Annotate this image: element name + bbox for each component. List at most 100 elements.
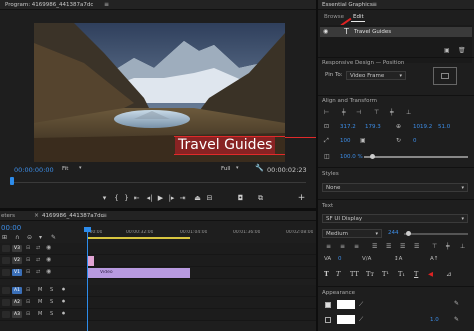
justify-left-icon[interactable]: ☰	[372, 243, 377, 250]
eye-icon[interactable]: ◉	[46, 268, 51, 275]
hamburger-icon[interactable]: ≡	[102, 212, 107, 219]
position-x-value[interactable]: 317.2	[340, 124, 356, 130]
mute-button[interactable]: M	[38, 287, 42, 293]
stroke-checkbox[interactable]	[325, 317, 331, 323]
track-row-a1[interactable]: A1 ⊟ M S ⏺	[0, 285, 316, 297]
kerning-icon[interactable]: V/A	[362, 256, 371, 262]
leading-icon[interactable]: ↕A	[394, 256, 402, 262]
justify-right-icon[interactable]: ☰	[400, 243, 405, 250]
microphone-icon[interactable]: ⏺	[62, 310, 65, 318]
close-icon[interactable]: ×	[34, 212, 39, 219]
layer-row[interactable]: ◉ T Travel Guides	[320, 27, 472, 37]
lift-button[interactable]: ⏏	[193, 194, 202, 203]
font-size-slider[interactable]	[404, 231, 468, 236]
track-row-v2[interactable]: V2 ⊟ ⇄ ◉	[0, 255, 316, 267]
opacity-value[interactable]: 100.0 %	[340, 154, 363, 160]
underline-icon[interactable]: T	[414, 270, 418, 278]
solo-button[interactable]: S	[50, 299, 53, 305]
tracking-icon[interactable]: VA	[324, 256, 331, 262]
fill-checkbox[interactable]	[325, 302, 331, 308]
lock-icon[interactable]: ⊟	[26, 311, 30, 317]
justify-all-icon[interactable]: ☰	[414, 243, 419, 250]
add-marker-button[interactable]: ▾	[100, 194, 109, 203]
timeline-tab-title[interactable]: 4169986_441387a7dc	[42, 213, 104, 219]
eye-icon[interactable]: ◉	[323, 28, 328, 35]
tab-edit[interactable]: Edit	[353, 14, 364, 20]
meters-tab[interactable]: eters	[1, 213, 15, 219]
align-top-icon[interactable]: ⊤	[374, 109, 379, 116]
align-bottom-icon[interactable]: ⊥	[406, 109, 411, 116]
font-family-dropdown[interactable]: SF UI Display ▾	[322, 214, 468, 223]
align-right-icon[interactable]: ⊣	[356, 109, 361, 116]
sync-lock-icon[interactable]: ⇄	[36, 257, 40, 263]
track-name[interactable]: A1	[12, 287, 22, 294]
scale-value[interactable]: 100	[340, 138, 351, 144]
go-to-out-button[interactable]: ⇥	[178, 194, 187, 203]
wrench-icon[interactable]: ✎	[51, 234, 56, 241]
trash-icon[interactable]: 🗑	[458, 47, 466, 54]
position-y-value[interactable]: 179.3	[365, 124, 381, 130]
all-caps-icon[interactable]: TT	[350, 270, 359, 278]
step-back-button[interactable]: ◂|	[145, 194, 154, 203]
track-row-a3[interactable]: A3 ⊟ M S ⏺	[0, 309, 316, 321]
track-row-a2[interactable]: A2 ⊟ M S ⏺	[0, 297, 316, 309]
program-scrub-bar[interactable]	[10, 177, 306, 185]
lock-scale-icon[interactable]: ▣	[360, 137, 366, 144]
microphone-icon[interactable]: ⏺	[62, 286, 65, 294]
eyedropper-icon[interactable]: ⟋	[359, 301, 363, 309]
align-middle-icon[interactable]: ╪	[446, 243, 450, 250]
timeline-playhead[interactable]	[87, 229, 88, 331]
work-area-bar[interactable]	[88, 237, 190, 239]
faux-bold-icon[interactable]: T	[324, 270, 329, 278]
track-row-v1[interactable]: V1 ⊟ ⇄ ◉ Video	[0, 267, 316, 279]
opacity-slider[interactable]	[364, 154, 468, 159]
go-to-in-button[interactable]: ⇤	[132, 194, 141, 203]
track-name[interactable]: A2	[12, 299, 22, 306]
font-weight-dropdown[interactable]: Medium ▾	[322, 229, 382, 238]
microphone-icon[interactable]: ⏺	[62, 298, 65, 306]
tracking-value[interactable]: 0	[338, 256, 342, 262]
fill-color-swatch[interactable]	[337, 300, 355, 309]
settings-button[interactable]: ⧉	[256, 194, 265, 203]
pin-to-dropdown[interactable]: Video Frame ▾	[346, 71, 406, 80]
eyedropper-icon[interactable]: ⟋	[359, 316, 363, 324]
timeline-playhead-handle[interactable]	[84, 227, 91, 232]
lock-icon[interactable]: ⊟	[26, 299, 30, 305]
extract-button[interactable]: ⊟	[205, 194, 214, 203]
text-flip-icon[interactable]: ⊿	[446, 270, 451, 278]
graphic-clip[interactable]	[88, 256, 94, 266]
snap-icon[interactable]: ⊞	[2, 234, 7, 241]
mark-in-button[interactable]: {	[112, 194, 121, 203]
solo-button[interactable]: S	[50, 311, 53, 317]
anchor-x-value[interactable]: 1019.2	[413, 124, 432, 130]
align-text-center-icon[interactable]: ≡	[340, 243, 345, 250]
align-text-right-icon[interactable]: ≡	[354, 243, 359, 250]
fit-dropdown[interactable]: Fit ▾	[62, 165, 84, 173]
lock-icon[interactable]: ⊟	[26, 287, 30, 293]
mute-button[interactable]: M	[38, 311, 42, 317]
timeline-timecode[interactable]: 00:00	[1, 224, 21, 232]
align-center-v-icon[interactable]: ╪	[390, 109, 394, 116]
track-target-toggle[interactable]	[2, 245, 10, 252]
playhead-marker[interactable]	[10, 177, 14, 185]
magnet-icon[interactable]: ∩	[15, 234, 19, 241]
track-name[interactable]: V1	[12, 269, 22, 276]
opacity-slider-knob[interactable]	[370, 154, 375, 159]
step-forward-button[interactable]: |▸	[167, 194, 176, 203]
track-target-toggle[interactable]	[2, 299, 10, 306]
tab-browse[interactable]: Browse	[324, 14, 344, 20]
wrench-icon[interactable]: 🔧	[255, 164, 264, 172]
mute-button[interactable]: M	[38, 299, 42, 305]
eg-panel-title[interactable]: Essential Graphics	[322, 2, 373, 8]
sync-lock-icon[interactable]: ⇄	[36, 269, 40, 275]
track-target-toggle[interactable]	[2, 257, 10, 264]
track-target-toggle[interactable]	[2, 269, 10, 276]
play-button[interactable]: ▶	[156, 194, 165, 203]
eye-icon[interactable]: ◉	[46, 244, 51, 251]
title-overlay-text[interactable]: Travel Guides	[175, 137, 276, 154]
solo-button[interactable]: S	[50, 287, 53, 293]
align-text-left-icon[interactable]: ≡	[326, 243, 331, 250]
font-size-value[interactable]: 244	[388, 230, 399, 236]
camera-icon[interactable]: ◘	[236, 194, 245, 203]
track-name[interactable]: V2	[12, 257, 22, 264]
